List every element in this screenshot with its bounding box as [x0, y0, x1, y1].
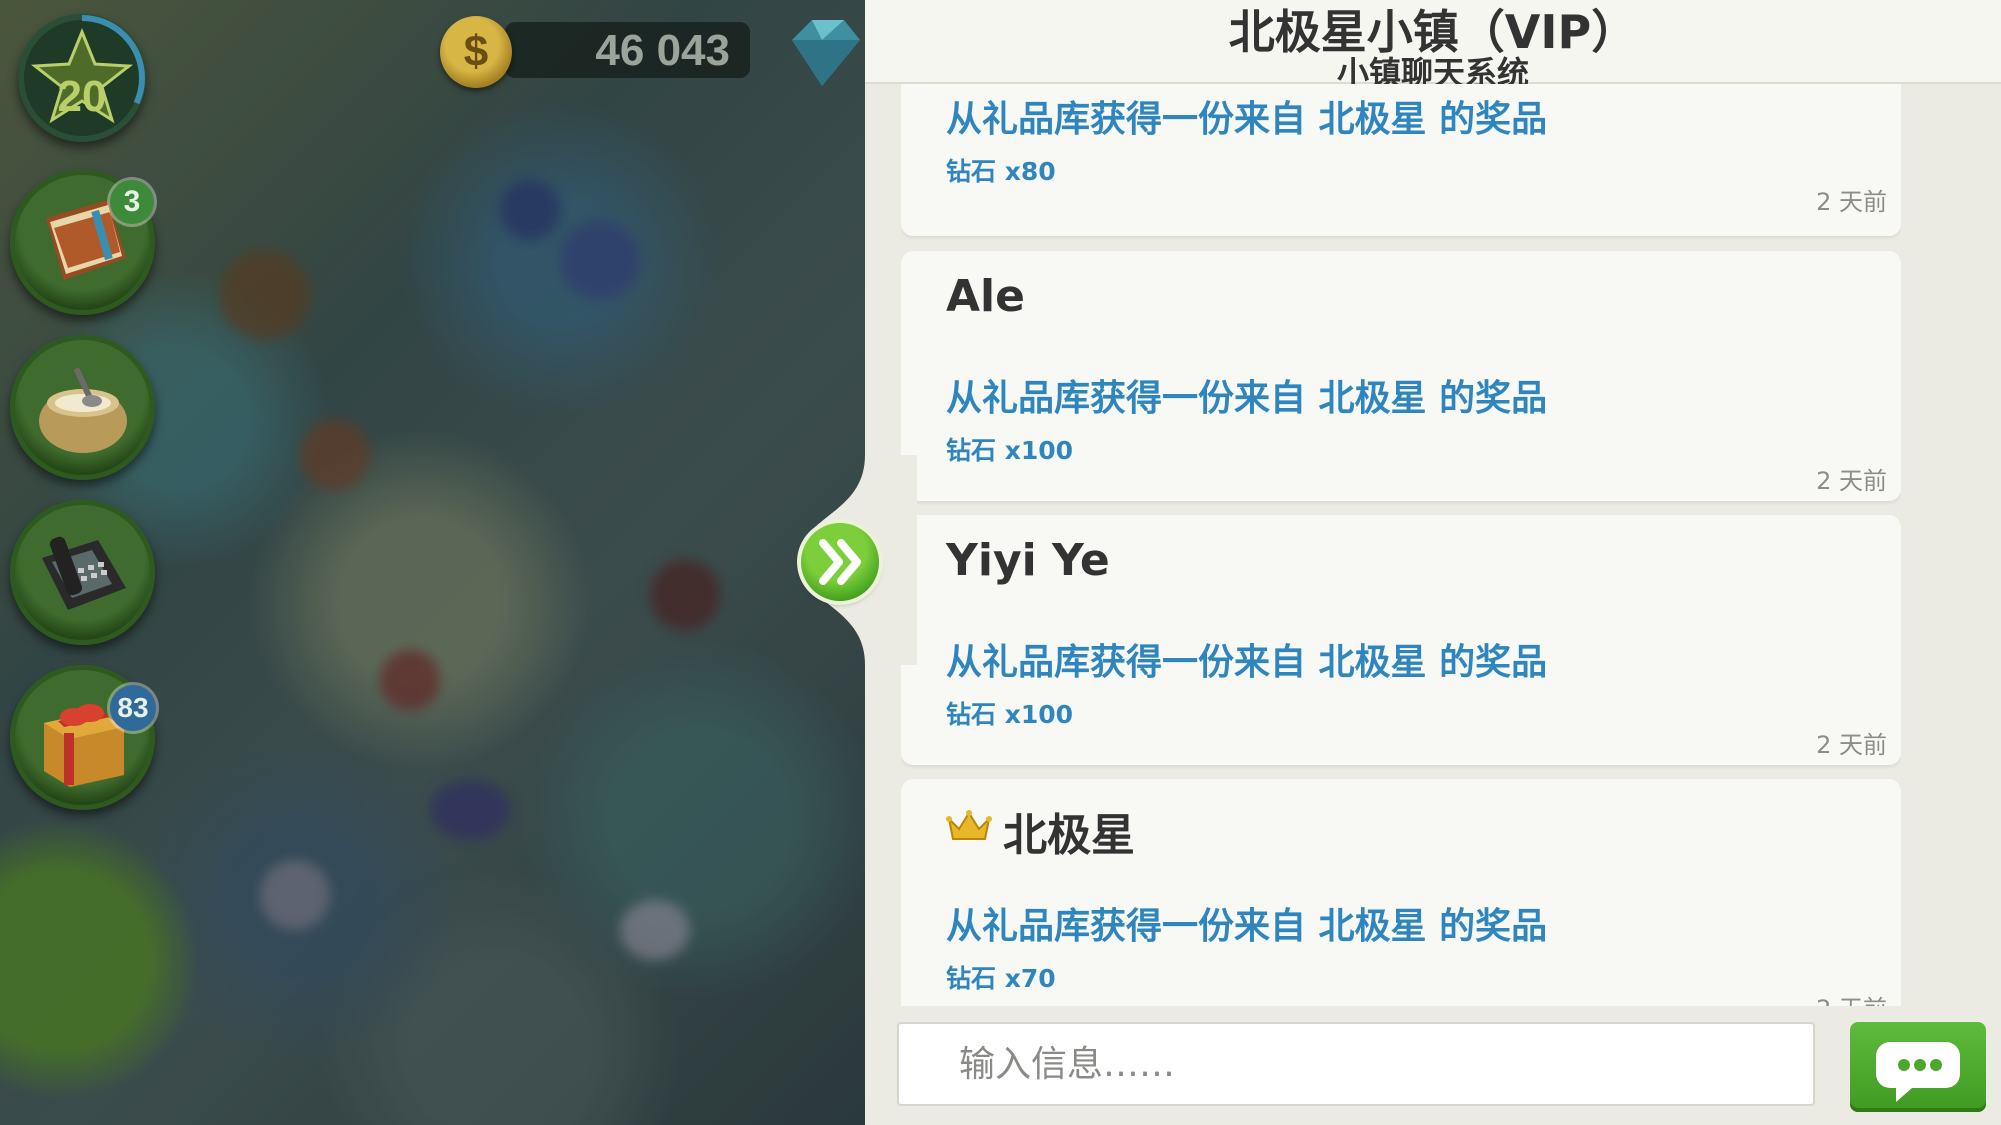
collapse-panel-button[interactable]	[801, 523, 879, 601]
chat-bubble-icon	[1876, 1042, 1960, 1102]
message-card: 北极星 从礼品库获得一份来自 北极星 的奖品 钻石 x70 2 天前	[901, 779, 1901, 1006]
notebook-button[interactable]: 3	[10, 170, 155, 315]
message-input[interactable]	[897, 1022, 1815, 1106]
sender-name: Ale	[946, 271, 1025, 322]
sender-name: 北极星	[1003, 810, 1135, 861]
sack-button[interactable]	[10, 335, 155, 480]
message-list[interactable]: 从礼品库获得一份来自 北极星 的奖品 钻石 x80 2 天前 Ale 从礼品库获…	[901, 84, 1901, 1006]
diamond-icon[interactable]	[782, 14, 862, 90]
reward-text: 钻石 x100	[946, 436, 1074, 465]
send-button[interactable]	[1850, 1022, 1986, 1112]
message-time: 2 天前	[1816, 731, 1887, 759]
message-text: 从礼品库获得一份来自 北极星 的奖品	[946, 378, 1548, 419]
notebook-badge: 3	[110, 180, 154, 224]
telephone-icon	[41, 536, 126, 610]
chat-panel: 北极星小镇（VIP） 小镇聊天系统 从礼品库获得一份来自 北极星 的奖品 钻石 …	[865, 0, 2001, 1125]
message-card: Ale 从礼品库获得一份来自 北极星 的奖品 钻石 x100 2 天前	[901, 251, 1901, 501]
reward-text: 钻石 x80	[946, 157, 1056, 186]
message-card: 从礼品库获得一份来自 北极星 的奖品 钻石 x80 2 天前	[901, 84, 1901, 236]
flour-sack-icon	[38, 366, 127, 453]
reward-text: 钻石 x70	[946, 964, 1056, 993]
chat-header: 北极星小镇（VIP） 小镇聊天系统	[865, 0, 2001, 92]
gift-badge: 83	[110, 685, 156, 731]
gift-button[interactable]: 83	[10, 665, 156, 810]
reward-text: 钻石 x100	[946, 700, 1074, 729]
coin-icon: $	[440, 16, 512, 88]
message-card: Yiyi Ye 从礼品库获得一份来自 北极星 的奖品 钻石 x100 2 天前	[901, 515, 1901, 765]
message-time: 2 天前	[1816, 188, 1887, 216]
phone-button[interactable]	[10, 500, 155, 645]
message-time: 2 天前	[1816, 467, 1887, 495]
level-indicator[interactable]: 20	[18, 14, 146, 142]
crown-icon	[946, 810, 992, 840]
coin-amount: 46 043	[595, 26, 730, 75]
message-time: 2 天前	[1816, 989, 1887, 1006]
sender-name: Yiyi Ye	[946, 535, 1110, 586]
double-chevron-right-icon	[819, 539, 861, 585]
message-text: 从礼品库获得一份来自 北极星 的奖品	[946, 906, 1548, 947]
message-text: 从礼品库获得一份来自 北极星 的奖品	[946, 642, 1548, 683]
message-text: 从礼品库获得一份来自 北极星 的奖品	[946, 99, 1548, 140]
chat-input-row	[865, 1008, 2001, 1125]
level-number: 20	[57, 72, 107, 121]
